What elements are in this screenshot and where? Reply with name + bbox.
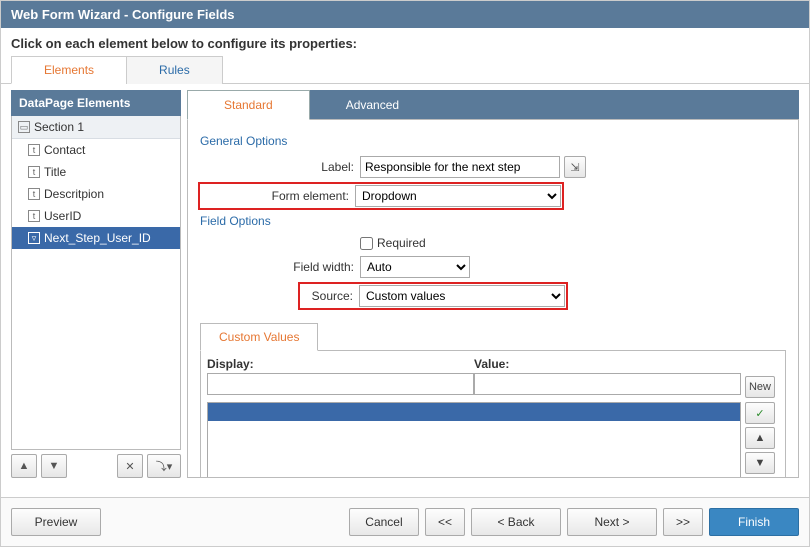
row-label: Label: ⇲ bbox=[200, 156, 786, 178]
config-panel: Standard Advanced General Options Label:… bbox=[187, 90, 799, 478]
window-title: Web Form Wizard - Configure Fields bbox=[11, 7, 235, 22]
display-input[interactable] bbox=[207, 373, 474, 395]
subtab-advanced[interactable]: Advanced bbox=[309, 90, 436, 120]
row-field-width: Field width: Auto bbox=[200, 256, 786, 278]
custom-values-list[interactable] bbox=[207, 402, 741, 478]
row-source: Source: Custom values bbox=[200, 284, 786, 308]
next-button[interactable]: Next > bbox=[567, 508, 657, 536]
text-field-icon: t bbox=[28, 166, 40, 178]
tab-elements[interactable]: Elements bbox=[11, 56, 127, 84]
row-required: Required bbox=[200, 236, 786, 250]
section-icon: ▭ bbox=[18, 121, 30, 133]
sidebar-header: DataPage Elements bbox=[11, 90, 181, 116]
field-width-label: Field width: bbox=[200, 260, 360, 274]
text-field-icon: t bbox=[28, 144, 40, 156]
config-body: General Options Label: ⇲ Form element: D… bbox=[187, 119, 799, 478]
subtab-standard[interactable]: Standard bbox=[187, 90, 310, 120]
list-item[interactable] bbox=[208, 403, 740, 421]
top-tabs: Elements Rules bbox=[1, 55, 809, 84]
value-label: Value: bbox=[474, 357, 741, 371]
move-down-button[interactable]: ▼ bbox=[41, 454, 67, 478]
move-up-button[interactable]: ▲ bbox=[11, 454, 37, 478]
value-input[interactable] bbox=[474, 373, 741, 395]
label-input[interactable] bbox=[360, 156, 560, 178]
sidebar-toolbar: ▲ ▼ ✕ ⤵▾ bbox=[11, 450, 181, 478]
tree-item-title[interactable]: t Title bbox=[12, 161, 180, 183]
tree-section[interactable]: ▭ Section 1 bbox=[12, 116, 180, 139]
form-element-select[interactable]: Dropdown bbox=[355, 185, 561, 207]
titlebar: Web Form Wizard - Configure Fields bbox=[1, 1, 809, 28]
tree-item-label: Descritpion bbox=[44, 187, 104, 201]
custom-values-tab[interactable]: Custom Values bbox=[200, 323, 318, 351]
insert-button[interactable]: ⤵▾ bbox=[147, 454, 181, 478]
text-field-icon: t bbox=[28, 188, 40, 200]
tree-item-label: Contact bbox=[44, 143, 85, 157]
required-checkbox[interactable] bbox=[360, 237, 373, 250]
new-value-button[interactable]: New bbox=[745, 376, 775, 398]
source-select[interactable]: Custom values bbox=[359, 285, 565, 307]
display-label: Display: bbox=[207, 357, 474, 371]
footer: Preview Cancel << < Back Next > >> Finis… bbox=[1, 497, 809, 546]
finish-button[interactable]: Finish bbox=[709, 508, 799, 536]
dropdown-field-icon: ▿ bbox=[28, 232, 40, 244]
instruction-text: Click on each element below to configure… bbox=[1, 28, 809, 55]
cancel-button[interactable]: Cancel bbox=[349, 508, 419, 536]
last-button[interactable]: >> bbox=[663, 508, 703, 536]
confirm-button[interactable]: ✓ bbox=[745, 402, 775, 424]
general-options-title: General Options bbox=[200, 134, 786, 148]
field-options-title: Field Options bbox=[200, 214, 786, 228]
text-field-icon: t bbox=[28, 210, 40, 222]
tree-section-label: Section 1 bbox=[34, 120, 84, 134]
tree-item-userid[interactable]: t UserID bbox=[12, 205, 180, 227]
field-width-select[interactable]: Auto bbox=[360, 256, 470, 278]
delete-button[interactable]: ✕ bbox=[117, 454, 143, 478]
main-area: DataPage Elements ▭ Section 1 t Contact … bbox=[1, 84, 809, 484]
delete-value-button[interactable]: ✕ bbox=[745, 477, 775, 478]
tree-item-contact[interactable]: t Contact bbox=[12, 139, 180, 161]
move-value-down-button[interactable]: ▼ bbox=[745, 452, 775, 474]
tree-item-label: Title bbox=[44, 165, 66, 179]
tree-item-description[interactable]: t Descritpion bbox=[12, 183, 180, 205]
sidebar: DataPage Elements ▭ Section 1 t Contact … bbox=[11, 90, 181, 478]
tree-item-label: UserID bbox=[44, 209, 81, 223]
wizard-window: Web Form Wizard - Configure Fields Click… bbox=[0, 0, 810, 547]
tree-item-next-step-user-id[interactable]: ▿ Next_Step_User_ID bbox=[12, 227, 180, 249]
element-tree[interactable]: ▭ Section 1 t Contact t Title t Descritp… bbox=[11, 116, 181, 450]
label-label: Label: bbox=[200, 160, 360, 174]
sub-tabs: Standard Advanced bbox=[187, 90, 799, 120]
preview-button[interactable]: Preview bbox=[11, 508, 101, 536]
form-element-label: Form element: bbox=[201, 189, 355, 203]
source-label: Source: bbox=[301, 289, 359, 303]
required-label: Required bbox=[377, 236, 426, 250]
move-value-up-button[interactable]: ▲ bbox=[745, 427, 775, 449]
tree-item-label: Next_Step_User_ID bbox=[44, 231, 151, 245]
back-button[interactable]: < Back bbox=[471, 508, 561, 536]
tab-rules[interactable]: Rules bbox=[126, 56, 223, 84]
row-form-element: Form element: Dropdown bbox=[200, 184, 786, 208]
custom-values-box: Display: Value: New bbox=[200, 350, 786, 478]
first-button[interactable]: << bbox=[425, 508, 465, 536]
label-options-button[interactable]: ⇲ bbox=[564, 156, 586, 178]
